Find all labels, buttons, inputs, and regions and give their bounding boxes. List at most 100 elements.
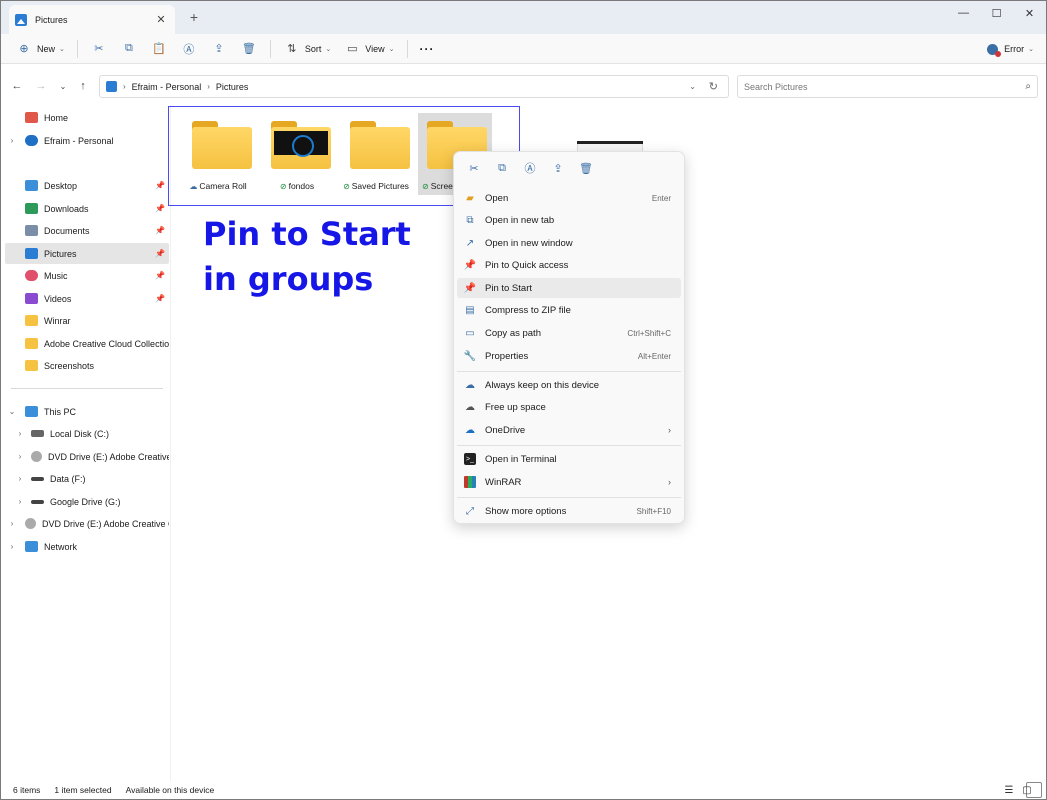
- chevron-right-icon[interactable]: ›: [15, 497, 25, 506]
- menu-item-open-new-window[interactable]: ↗ Open in new window: [457, 233, 681, 253]
- chevron-right-icon: ›: [207, 82, 210, 91]
- sidebar-item-google-drive[interactable]: › Google Drive (G:): [5, 491, 169, 512]
- up-button[interactable]: ↑: [75, 78, 91, 94]
- address-bar[interactable]: › Efraim - Personal › Pictures ⌄ ↻: [99, 75, 729, 98]
- close-tab-icon[interactable]: ✕: [153, 13, 169, 26]
- search-input[interactable]: [744, 81, 1026, 92]
- cloud-icon: ☁: [465, 401, 475, 413]
- chevron-right-icon[interactable]: ›: [15, 452, 25, 461]
- recent-locations-button[interactable]: ⌄: [55, 78, 71, 94]
- menu-item-winrar[interactable]: WinRAR ›: [457, 472, 681, 492]
- paste-button[interactable]: 📋: [144, 37, 174, 61]
- menu-item-open-new-tab[interactable]: ⧉ Open in new tab: [457, 210, 681, 230]
- menu-item-always-keep[interactable]: ☁ Always keep on this device: [457, 375, 681, 395]
- copy-button[interactable]: ⧉: [114, 37, 144, 61]
- maximize-button[interactable]: ☐: [980, 1, 1013, 25]
- cut-button[interactable]: ✂: [460, 158, 488, 178]
- tab-pictures[interactable]: Pictures ✕: [9, 5, 175, 34]
- sidebar-item-this-pc[interactable]: ⌄ This PC: [5, 401, 169, 422]
- new-button[interactable]: ⊕ New ⌄: [9, 37, 71, 61]
- wrench-icon: 🔧: [463, 350, 477, 362]
- sidebar-item-desktop[interactable]: Desktop 📌: [5, 175, 169, 196]
- chevron-right-icon[interactable]: ›: [15, 429, 25, 438]
- sidebar-item-data-drive[interactable]: › Data (F:): [5, 468, 169, 489]
- cut-button[interactable]: ✂: [84, 37, 114, 61]
- menu-item-label: Always keep on this device: [485, 379, 600, 391]
- pictures-icon: [15, 13, 27, 26]
- menu-item-pin-to-start[interactable]: 📌 Pin to Start: [457, 278, 681, 298]
- trash-icon: 🗑: [241, 43, 256, 55]
- pin-icon: 📌: [463, 259, 477, 271]
- menu-item-label: Free up space: [485, 401, 546, 413]
- close-button[interactable]: ✕: [1013, 1, 1046, 25]
- chevron-down-icon[interactable]: ⌄: [7, 407, 17, 416]
- breadcrumb-pictures[interactable]: Pictures: [216, 82, 249, 92]
- sidebar-item-winrar[interactable]: Winrar: [5, 310, 169, 331]
- status-bar: 6 items 1 item selected Available on thi…: [1, 781, 1046, 799]
- back-button[interactable]: ←: [9, 78, 25, 94]
- videos-icon: [25, 293, 38, 304]
- delete-button[interactable]: 🗑: [234, 37, 264, 61]
- view-button[interactable]: ▭ View ⌄: [337, 37, 400, 61]
- sidebar-item-videos[interactable]: Videos 📌: [5, 288, 169, 309]
- zip-icon: ▤: [465, 304, 475, 316]
- sidebar-item-dvd-drive[interactable]: › DVD Drive (E:) Adobe Creative C: [5, 446, 169, 467]
- share-button[interactable]: ⇪: [544, 158, 572, 178]
- refresh-icon[interactable]: ↻: [709, 80, 718, 93]
- drive-icon: [31, 476, 44, 481]
- menu-item-open-terminal[interactable]: >_ Open in Terminal: [457, 449, 681, 469]
- new-tab-button[interactable]: +: [185, 9, 203, 25]
- chevron-right-icon[interactable]: ›: [7, 542, 17, 551]
- sidebar-item-network[interactable]: › Network: [5, 536, 169, 557]
- tiles-view-button[interactable]: ▢: [1022, 782, 1042, 798]
- address-row: ← → ⌄ ↑ › Efraim - Personal › Pictures ⌄…: [1, 69, 1046, 103]
- onedrive-error-button[interactable]: Error ⌄: [987, 37, 1034, 61]
- breadcrumb-onedrive[interactable]: Efraim - Personal: [132, 82, 202, 92]
- menu-item-properties[interactable]: 🔧 Properties Alt+Enter: [457, 346, 681, 366]
- menu-item-copy-as-path[interactable]: ▭ Copy as path Ctrl+Shift+C: [457, 323, 681, 343]
- home-icon: [25, 112, 38, 123]
- menu-item-onedrive[interactable]: ☁ OneDrive ›: [457, 420, 681, 440]
- pictures-icon: [106, 81, 117, 92]
- menu-item-show-more-options[interactable]: ⤢ Show more options Shift+F10: [457, 501, 681, 521]
- chevron-right-icon[interactable]: ›: [7, 136, 17, 145]
- sidebar-item-local-disk[interactable]: › Local Disk (C:): [5, 423, 169, 444]
- sidebar-item-label: DVD Drive (E:) Adobe Creative C: [42, 518, 169, 529]
- menu-item-label: Open in new tab: [485, 214, 555, 226]
- share-icon: ⇪: [214, 43, 224, 55]
- sidebar-item-pictures[interactable]: Pictures 📌: [5, 243, 169, 264]
- sort-label: Sort: [304, 43, 322, 54]
- delete-button[interactable]: 🗑: [572, 158, 600, 178]
- music-icon: [25, 270, 38, 281]
- chevron-down-icon[interactable]: ⌄: [689, 82, 696, 91]
- chevron-right-icon: ›: [668, 425, 671, 435]
- sidebar-item-label: This PC: [44, 406, 77, 417]
- sort-button[interactable]: ⇅ Sort ⌄: [277, 37, 337, 61]
- copy-button[interactable]: ⧉: [488, 158, 516, 178]
- chevron-right-icon[interactable]: ›: [7, 519, 17, 528]
- pin-icon: 📌: [155, 226, 165, 235]
- sidebar-item-label: Efraim - Personal: [44, 135, 114, 146]
- chevron-right-icon: ›: [123, 82, 126, 91]
- sidebar-item-music[interactable]: Music 📌: [5, 265, 169, 286]
- menu-item-compress-zip[interactable]: ▤ Compress to ZIP file: [457, 300, 681, 320]
- sidebar-item-dvd-drive-2[interactable]: › DVD Drive (E:) Adobe Creative C: [5, 513, 169, 534]
- forward-button[interactable]: →: [33, 78, 49, 94]
- menu-item-open[interactable]: ▰ Open Enter: [457, 188, 681, 208]
- sidebar-item-home[interactable]: Home: [5, 107, 169, 128]
- chevron-right-icon[interactable]: ›: [15, 474, 25, 483]
- share-button[interactable]: ⇪: [204, 37, 234, 61]
- rename-button[interactable]: Ⓐ: [174, 37, 204, 61]
- rename-button[interactable]: Ⓐ: [516, 158, 544, 178]
- menu-item-free-up-space[interactable]: ☁ Free up space: [457, 397, 681, 417]
- more-button[interactable]: ···: [414, 37, 441, 61]
- sidebar-item-onedrive[interactable]: › Efraim - Personal: [5, 130, 169, 151]
- sidebar-item-label: Screenshots: [44, 360, 95, 371]
- menu-item-pin-quick-access[interactable]: 📌 Pin to Quick access: [457, 255, 681, 275]
- sidebar-item-downloads[interactable]: Downloads 📌: [5, 198, 169, 219]
- minimize-button[interactable]: —: [947, 1, 980, 25]
- scissors-icon: ✂: [469, 162, 479, 175]
- sidebar-item-screenshots[interactable]: Screenshots: [5, 355, 169, 376]
- sidebar-item-documents[interactable]: Documents 📌: [5, 220, 169, 241]
- sidebar-item-adobe-collection[interactable]: Adobe Creative Cloud Collection 2: [5, 333, 169, 354]
